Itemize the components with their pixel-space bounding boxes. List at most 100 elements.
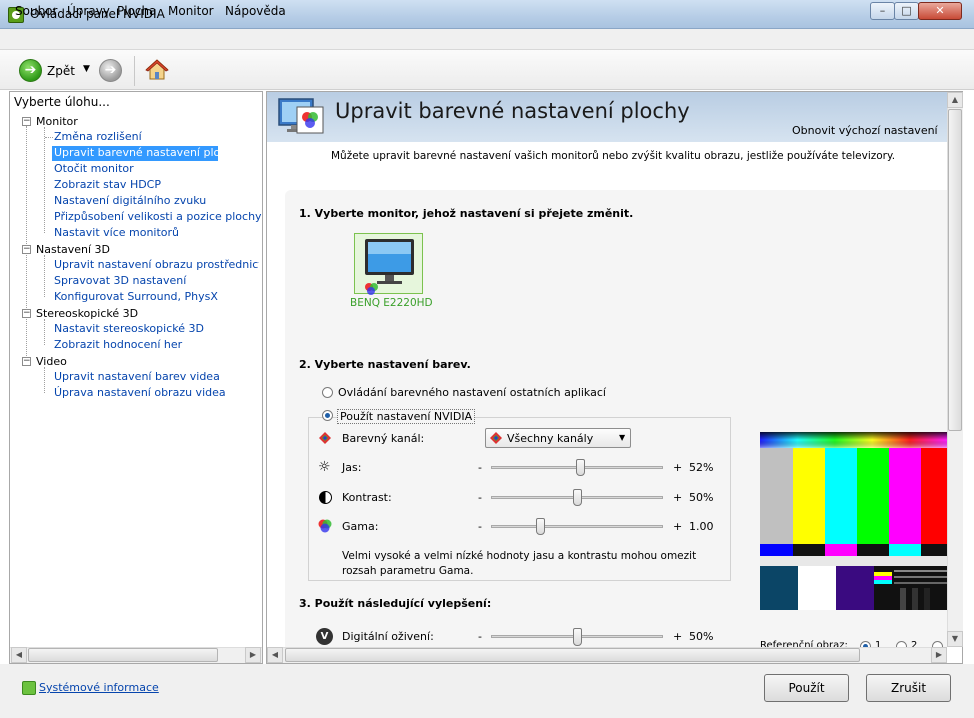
home-icon[interactable] (145, 58, 169, 82)
digital-vibrance-icon: V (316, 628, 333, 645)
tree-line (44, 367, 45, 393)
monitor-name[interactable]: BENQ E2220HD (350, 297, 433, 309)
all-channels-icon (489, 431, 503, 445)
radio-nvidia-settings[interactable] (322, 410, 333, 421)
task-otocit-monitor[interactable]: Otočit monitor (54, 162, 134, 175)
system-info-icon[interactable] (22, 681, 36, 695)
contrast-label: Kontrast: (342, 491, 392, 504)
task-spravovat-3d[interactable]: Spravovat 3D nastavení (54, 274, 186, 287)
task-barvy-videa[interactable]: Upravit nastavení barev videa (54, 370, 220, 383)
brightness-plus: + (673, 461, 683, 474)
back-button-label[interactable]: Zpět (47, 64, 75, 78)
color-channel-icon (318, 431, 332, 445)
gamma-label: Gama: (342, 520, 379, 533)
section-3-title: 3. Použít následující vylepšení: (299, 597, 492, 610)
contrast-plus: + (673, 491, 683, 504)
category-video[interactable]: Video (36, 355, 67, 368)
gamma-slider-thumb[interactable] (536, 518, 546, 535)
task-surround-physx[interactable]: Konfigurovat Surround, PhysX (54, 290, 218, 303)
toolbar-separator (134, 56, 135, 86)
radio-other-apps[interactable] (322, 387, 333, 398)
tree-line (44, 127, 45, 233)
section-1-title: 1. Vyberte monitor, jehož nastavení si p… (299, 207, 634, 220)
menu-soubor[interactable]: Soubor (15, 4, 57, 18)
expander-video[interactable]: − (22, 357, 31, 366)
scroll-down-icon[interactable]: ▼ (947, 631, 963, 647)
gamma-slider-track[interactable] (491, 525, 663, 528)
section-2-title: 2. Vyberte nastavení barev. (299, 358, 471, 371)
gamma-note: Velmi vysoké a velmi nízké hodnoty jasu … (342, 550, 697, 577)
menu-upravy[interactable]: Úpravy (67, 4, 110, 18)
task-upravit-barevne-nastaveni[interactable]: Upravit barevné nastavení plochy (54, 146, 240, 159)
scroll-up-icon[interactable]: ▲ (947, 92, 963, 108)
vibrance-slider-thumb[interactable] (572, 628, 582, 646)
task-nastavit-stereo[interactable]: Nastavit stereoskopické 3D (54, 322, 204, 335)
expander-3d[interactable]: − (22, 245, 31, 254)
expander-stereo[interactable]: − (22, 309, 31, 318)
menu-plocha[interactable]: Plocha (117, 4, 156, 18)
task-nastaveni-obrazu[interactable]: Upravit nastavení obrazu prostřednictvím… (54, 258, 259, 271)
contrast-icon (319, 491, 332, 504)
gamma-icon (317, 518, 333, 534)
color-channel-label: Barevný kanál: (342, 432, 425, 445)
monitor-icon (365, 239, 414, 295)
category-stereoskopicke-3d[interactable]: Stereoskopické 3D (36, 307, 138, 320)
tree-line (44, 319, 45, 345)
back-dropdown-icon[interactable]: ▼ (83, 64, 90, 74)
digital-vibrance-label: Digitální oživení: (342, 630, 434, 643)
maximize-button[interactable]: □ (894, 2, 919, 20)
cancel-button[interactable]: Zrušit (866, 674, 951, 702)
brightness-slider-thumb[interactable] (575, 459, 585, 476)
menu-bar (0, 29, 974, 50)
task-nastavit-vice-monitoru[interactable]: Nastavit více monitorů (54, 226, 179, 239)
close-button[interactable]: ✕ (918, 2, 962, 20)
monitor-tile[interactable] (354, 233, 423, 295)
task-hodnoceni-her[interactable]: Zobrazit hodnocení her (54, 338, 182, 351)
category-monitor[interactable]: Monitor (36, 115, 78, 128)
brightness-value: 52% (689, 461, 714, 474)
content-scroll-right-icon[interactable]: ▶ (931, 647, 947, 663)
task-zobrazit-stav-hdcp[interactable]: Zobrazit stav HDCP (54, 178, 161, 191)
color-channel-value[interactable]: Všechny kanály (507, 432, 593, 445)
contrast-minus: - (478, 491, 482, 504)
display-settings-icon (277, 97, 327, 139)
minimize-button[interactable]: – (870, 2, 895, 20)
task-nastaveni-digitalniho-zvuku[interactable]: Nastavení digitálního zvuku (54, 194, 206, 207)
brightness-icon: ☼ (318, 459, 331, 475)
content-hscroll-thumb[interactable] (285, 648, 860, 662)
task-pane-header: Vyberte úlohu... (14, 95, 110, 109)
expander-monitor[interactable]: − (22, 117, 31, 126)
chevron-down-icon[interactable]: ▼ (619, 433, 625, 442)
back-arrow-icon[interactable]: ➔ (19, 59, 42, 82)
contrast-value: 50% (689, 491, 714, 504)
forward-arrow-icon[interactable]: ➔ (99, 59, 122, 82)
scroll-right-icon[interactable]: ▶ (245, 647, 261, 663)
category-nastaveni-3d[interactable]: Nastavení 3D (36, 243, 110, 256)
radio-nvidia-settings-label[interactable]: Použít nastavení NVIDIA (337, 409, 476, 424)
gamma-plus: + (673, 520, 683, 533)
brightness-label: Jas: (342, 461, 362, 474)
contrast-slider-thumb[interactable] (572, 489, 582, 506)
tree-line (45, 137, 53, 138)
content-scroll-left-icon[interactable]: ◀ (267, 647, 283, 663)
gamma-minus: - (478, 520, 482, 533)
task-zmena-rozliseni[interactable]: Změna rozlišení (54, 130, 142, 143)
sidebar-scroll-thumb[interactable] (28, 648, 218, 662)
brightness-minus: - (478, 461, 482, 474)
radio-other-apps-label[interactable]: Ovládání barevného nastavení ostatních a… (338, 386, 606, 399)
menu-napoveda[interactable]: Nápověda (225, 4, 286, 18)
vibrance-minus: - (478, 630, 482, 643)
task-velikost-pozice-plochy[interactable]: Přizpůsobení velikosti a pozice plochy (54, 210, 262, 223)
vibrance-plus: + (673, 630, 683, 643)
vibrance-value: 50% (689, 630, 714, 643)
menu-monitor[interactable]: Monitor (168, 4, 214, 18)
scroll-left-icon[interactable]: ◀ (11, 647, 27, 663)
tree-line (44, 255, 45, 297)
content-vscroll-thumb[interactable] (948, 109, 962, 431)
system-info-link[interactable]: Systémové informace (39, 681, 159, 694)
restore-defaults-link[interactable]: Obnovit výchozí nastavení (792, 124, 938, 137)
page-description: Můžete upravit barevné nastavení vašich … (331, 150, 896, 162)
task-obraz-videa[interactable]: Úprava nastavení obrazu videa (54, 386, 226, 399)
page-title: Upravit barevné nastavení plochy (335, 99, 690, 123)
apply-button[interactable]: Použít (764, 674, 849, 702)
